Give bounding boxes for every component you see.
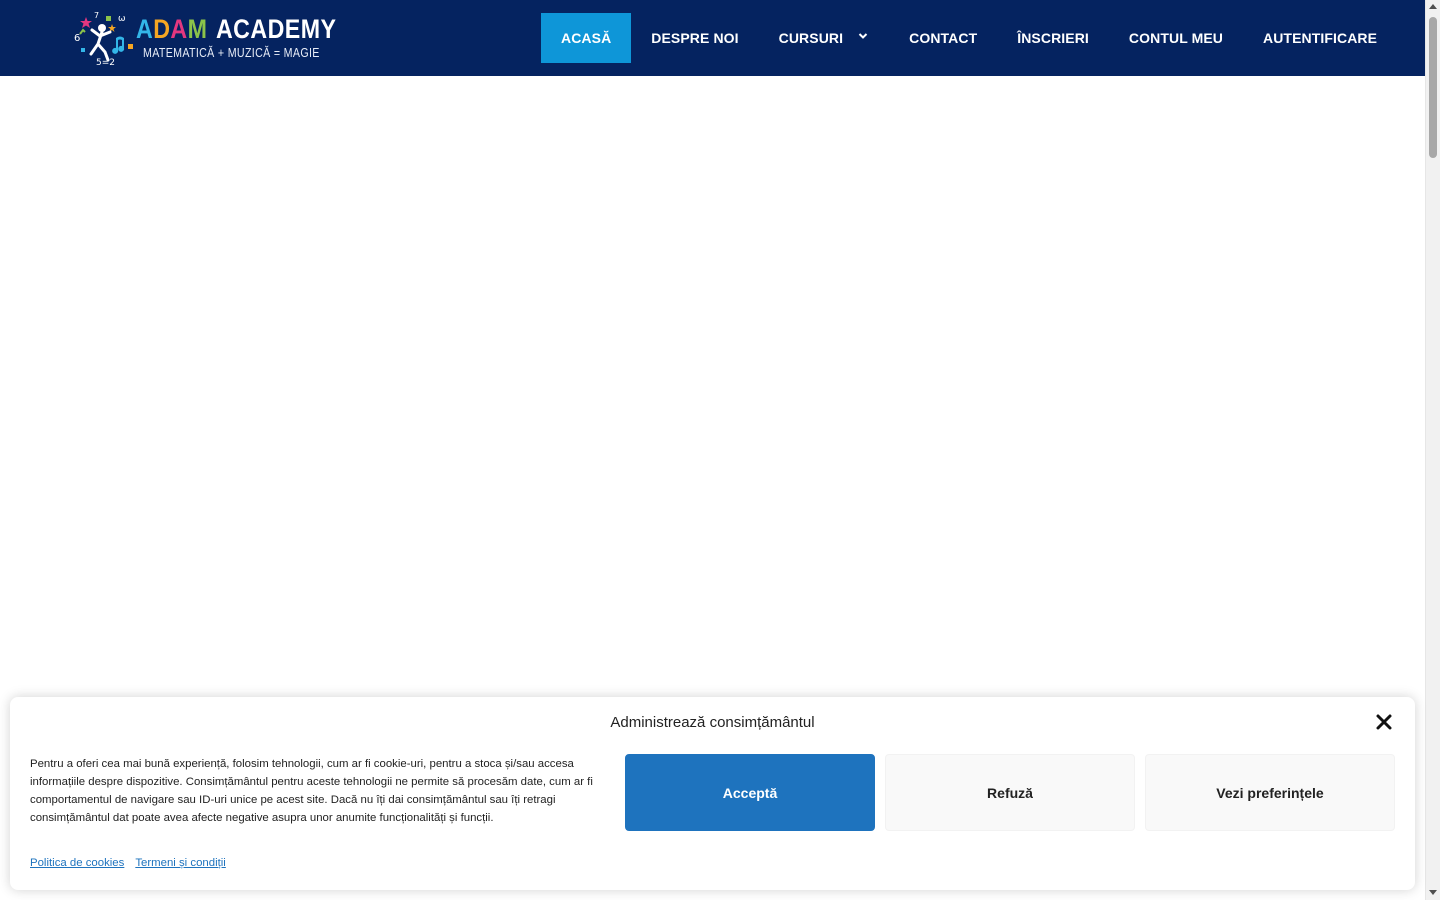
consent-title: Administrează consimțământul xyxy=(610,714,815,731)
nav-item-contact[interactable]: CONTACT xyxy=(889,13,997,63)
svg-text:6: 6 xyxy=(74,33,80,44)
refuse-button[interactable]: Refuză xyxy=(885,754,1135,831)
nav-item-label: CONTUL MEU xyxy=(1128,30,1223,46)
logo-title-adam: ADAM xyxy=(136,14,208,44)
main-nav: ACASĂ DESPRE NOI CURSURI CONTACT ÎNSCRIE… xyxy=(541,13,1397,63)
nav-item-inscrieri[interactable]: ÎNSCRIERI xyxy=(997,13,1109,63)
svg-text:5=2: 5=2 xyxy=(96,58,115,68)
scroll-down-arrow-icon[interactable] xyxy=(1429,890,1437,895)
close-icon[interactable] xyxy=(1375,713,1393,731)
scrollbar-thumb[interactable] xyxy=(1429,17,1437,158)
nav-item-label: DESPRE NOI xyxy=(651,30,739,46)
nav-item-label: ACASĂ xyxy=(561,30,612,46)
nav-item-label: ÎNSCRIERI xyxy=(1017,30,1089,46)
accept-button[interactable]: Acceptă xyxy=(625,754,875,831)
consent-text: Pentru a oferi cea mai bună experiență, … xyxy=(30,758,593,824)
page: 6 7 ω 5=2 ADAM ACADEMY MATEMATICĂ + MUZIC… xyxy=(0,0,1440,900)
svg-text:ω: ω xyxy=(118,14,126,24)
nav-item-cursuri[interactable]: CURSURI xyxy=(759,13,889,63)
logo-musician-icon: 6 7 ω 5=2 xyxy=(74,11,133,68)
nav-item-label: CURSURI xyxy=(778,30,844,46)
logo-tagline: MATEMATICĂ + MUZICĂ = MAGIE xyxy=(143,45,320,60)
logo-title: ADAM ACADEMY xyxy=(136,14,336,44)
cookie-policy-link[interactable]: Politica de cookies xyxy=(30,857,124,869)
svg-text:7: 7 xyxy=(94,11,99,20)
nav-item-despre-noi[interactable]: DESPRE NOI xyxy=(631,13,758,63)
page-scrollbar[interactable] xyxy=(1425,0,1440,900)
nav-item-label: AUTENTIFICARE xyxy=(1263,30,1378,46)
nav-item-autentificare[interactable]: AUTENTIFICARE xyxy=(1243,13,1397,63)
site-header: 6 7 ω 5=2 ADAM ACADEMY MATEMATICĂ + MUZIC… xyxy=(0,0,1425,76)
terms-link[interactable]: Termeni și condiții xyxy=(135,857,226,869)
nav-item-contul-meu[interactable]: CONTUL MEU xyxy=(1109,13,1243,63)
site-logo[interactable]: 6 7 ω 5=2 ADAM ACADEMY MATEMATICĂ + MUZIC… xyxy=(72,8,336,68)
nav-item-label: CONTACT xyxy=(909,30,978,46)
logo-title-academy: ACADEMY xyxy=(215,14,337,44)
scroll-up-arrow-icon[interactable] xyxy=(1429,4,1437,9)
view-preferences-button[interactable]: Vezi preferințele xyxy=(1145,754,1395,831)
chevron-down-icon xyxy=(858,33,868,39)
cookie-consent-banner: Administrează consimțământul Pentru a of… xyxy=(10,697,1415,890)
nav-item-acasa[interactable]: ACASĂ xyxy=(541,13,632,63)
consent-links: Politica de cookies Termeni și condiții xyxy=(30,857,234,869)
